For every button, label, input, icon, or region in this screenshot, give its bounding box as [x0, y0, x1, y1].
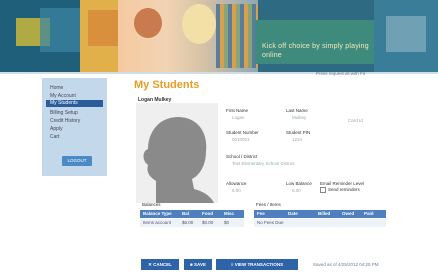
view-transactions-label: VIEW TRANSACTIONS: [234, 262, 284, 267]
header-banner: Kick off choice by simply playing online: [0, 0, 438, 72]
page-title: My Students: [134, 79, 200, 91]
col-billed: Billed: [318, 211, 331, 216]
balances-title: Balances: [142, 202, 161, 207]
col-owed: Owed: [342, 211, 355, 216]
silhouette-icon: [143, 117, 214, 203]
sidebar-item-billing-setup[interactable]: Billing Setup: [50, 110, 78, 116]
table-row: No Fees Due: [254, 219, 386, 227]
saved-timestamp: Saved as of 4/25/2012 04:25 PM: [313, 262, 379, 267]
list-icon: ≡: [230, 262, 234, 267]
page: Kick off choice by simply playing online…: [0, 0, 438, 277]
school-district-label: School / District: [226, 154, 258, 159]
banner-tagline: Kick off choice by simply playing online: [262, 43, 369, 59]
sidebar-item-home[interactable]: Home: [50, 85, 63, 91]
col-fee: Fee: [257, 211, 265, 216]
sidebar-item-my-students[interactable]: My Students: [46, 100, 103, 107]
cancel-button[interactable]: ✕ CANCEL: [141, 259, 179, 270]
email-reminder-option: Send reminders: [328, 187, 360, 192]
sidebar-item-apply[interactable]: Apply: [50, 126, 63, 132]
save-button-label: SAVE: [194, 262, 206, 267]
bookshelf-image: [216, 4, 258, 68]
col-date: Date: [288, 211, 298, 216]
banner-photo: [118, 0, 258, 72]
first-name-label: First Name: [226, 108, 249, 113]
banner-right-panel: [374, 0, 438, 72]
student-number-label: Student Number: [226, 130, 259, 135]
last-name-field[interactable]: Mulkey: [292, 115, 306, 120]
col-food: Food: [202, 211, 213, 216]
allowance-label: Allowance: [226, 181, 247, 186]
fees-header: Fee Date Billed Owed Paid: [254, 210, 386, 218]
cancel-button-label: CANCEL: [153, 262, 172, 267]
email-reminder-checkbox[interactable]: [320, 187, 326, 193]
col-misc: Misc: [224, 211, 235, 216]
school-district-field[interactable]: Test Elementary School District: [232, 161, 294, 166]
col-balance-type: Balance Type: [143, 211, 172, 216]
email-reminder-label: Email Reminder Level: [320, 181, 365, 186]
student-photo: [136, 103, 218, 203]
student-pin-label: Student PIN: [286, 130, 311, 135]
col-paid: Paid: [364, 211, 374, 216]
balances-header: Balance Type Bal Food Misc: [140, 210, 244, 218]
student-number-field[interactable]: 0010001: [232, 137, 250, 142]
student-pin-field[interactable]: 1234: [292, 137, 302, 142]
low-balance-field[interactable]: 5.00: [292, 188, 301, 193]
col-bal: Bal: [182, 211, 190, 216]
fees-title: Fees / Items: [256, 202, 281, 207]
cancel-icon: ✕: [148, 262, 152, 267]
save-button[interactable]: ■ SAVE: [184, 259, 212, 270]
header-divider: [0, 72, 438, 74]
low-balance-label: Low Balance: [286, 181, 312, 186]
sidebar: Home My Account My Students Billing Setu…: [42, 78, 107, 176]
child-one-image: [134, 8, 162, 38]
sidebar-item-cart[interactable]: Cart: [50, 134, 59, 140]
logout-button[interactable]: LOGOUT: [62, 156, 92, 166]
banner-left-panel: [0, 0, 80, 72]
last-name-label: Last Name: [286, 108, 308, 113]
table-row: Items account $6.00 $0.00 $0: [140, 219, 244, 227]
sidebar-item-my-account[interactable]: My Account: [50, 93, 76, 99]
child-two-image: [182, 4, 216, 44]
allowance-field[interactable]: 5.00: [232, 188, 241, 193]
save-icon: ■: [190, 262, 193, 267]
header-link[interactable]: Press request all with Fit: [316, 71, 365, 76]
sidebar-item-credit-history[interactable]: Credit History: [50, 118, 80, 124]
view-transactions-button[interactable]: ≡ VIEW TRANSACTIONS: [216, 259, 298, 270]
extra-field[interactable]: Card Id: [348, 118, 363, 123]
first-name-field[interactable]: Logan: [232, 115, 245, 120]
